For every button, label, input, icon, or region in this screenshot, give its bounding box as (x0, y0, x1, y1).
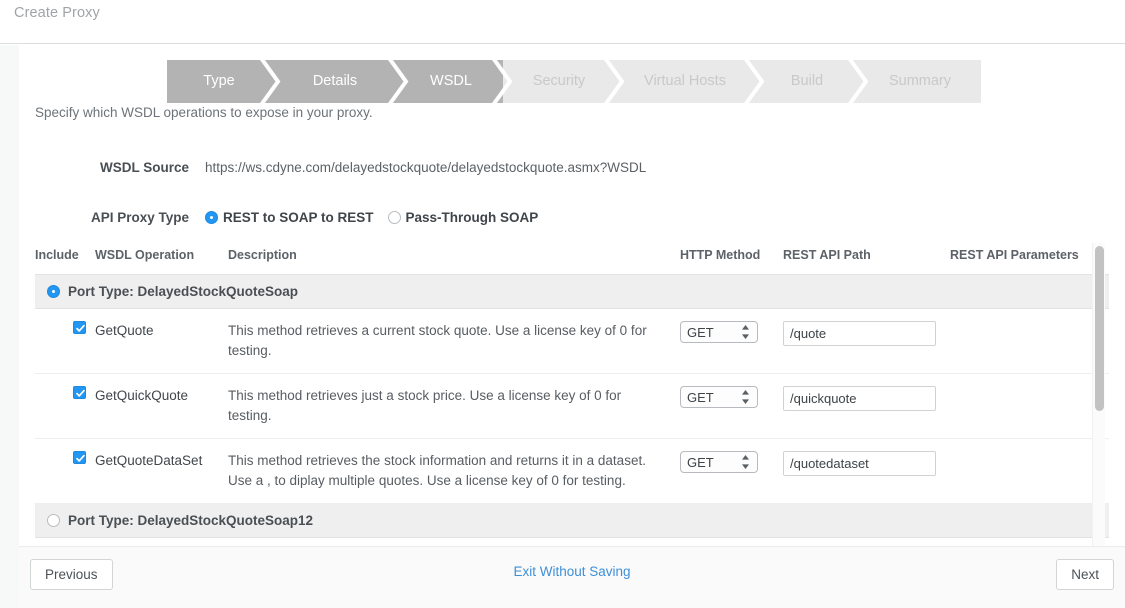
wizard-step-label: Summary (859, 60, 981, 103)
chevron-right-icon (388, 60, 410, 103)
wizard-step-details[interactable]: Details (271, 60, 399, 103)
wizard-step-label: Build (755, 60, 859, 103)
app-header: Create Proxy (0, 0, 1125, 44)
cell-http-method: GETPOSTPUTDELETE (680, 374, 783, 439)
include-checkbox[interactable] (73, 321, 86, 334)
cell-rest-params (950, 439, 1109, 504)
port-type-radio-icon[interactable] (47, 285, 60, 298)
column-header-operation: WSDL Operation (95, 248, 228, 275)
table-row: GetQuoteDataSetThis method retrieves the… (35, 439, 1109, 504)
wizard-step-label: WSDL (399, 60, 503, 103)
operations-table: Include WSDL Operation Description HTTP … (35, 248, 1109, 538)
column-header-include: Include (35, 248, 95, 275)
wizard-step-summary[interactable]: Summary (859, 60, 981, 103)
wsdl-source-row: WSDL Source https://ws.cdyne.com/delayed… (19, 160, 646, 175)
wizard-stepper: TypeDetailsWSDLSecurityVirtual HostsBuil… (167, 60, 981, 103)
chevron-right-icon (848, 60, 870, 103)
main-content: TypeDetailsWSDLSecurityVirtual HostsBuil… (19, 45, 1125, 546)
instruction-text: Specify which WSDL operations to expose … (35, 105, 373, 120)
cell-description: This method retrieves the stock informat… (228, 439, 680, 504)
column-header-http-method: HTTP Method (680, 248, 783, 275)
radio-icon-selected[interactable] (205, 211, 218, 224)
cell-include (35, 439, 95, 504)
operations-table-wrapper: Include WSDL Operation Description HTTP … (35, 248, 1109, 546)
cell-description: This method retrieves just a stock price… (228, 374, 680, 439)
table-scrollbar[interactable] (1092, 243, 1105, 547)
chevron-right-icon (492, 60, 514, 103)
cell-http-method: GETPOSTPUTDELETE (680, 309, 783, 374)
table-header-row: Include WSDL Operation Description HTTP … (35, 248, 1109, 275)
wizard-step-label: Type (167, 60, 271, 103)
api-proxy-type-label: API Proxy Type (19, 210, 205, 225)
wsdl-source-value: https://ws.cdyne.com/delayedstockquote/d… (205, 160, 646, 175)
port-type-radio-icon[interactable] (47, 514, 60, 527)
cell-http-method: GETPOSTPUTDELETE (680, 439, 783, 504)
operation-name: GetQuoteDataSet (95, 451, 228, 471)
radio-option-pass-through-soap[interactable]: Pass-Through SOAP (388, 210, 539, 225)
column-header-rest-path: REST API Path (783, 248, 950, 275)
radio-label-rest-to-soap-to-rest: REST to SOAP to REST (223, 210, 374, 225)
column-header-description: Description (228, 248, 680, 275)
port-type-label: Port Type: DelayedStockQuoteSoap (68, 284, 298, 299)
port-type-row[interactable]: Port Type: DelayedStockQuoteSoap12 (35, 504, 1109, 538)
table-row: GetQuoteThis method retrieves a current … (35, 309, 1109, 374)
wizard-step-label: Details (271, 60, 399, 103)
radio-icon-unselected[interactable] (388, 211, 401, 224)
left-rail (0, 45, 19, 608)
operation-name: GetQuote (95, 321, 228, 341)
cell-include (35, 374, 95, 439)
operation-description: This method retrieves a current stock qu… (228, 321, 680, 361)
http-method-select[interactable]: GETPOSTPUTDELETE (680, 386, 758, 408)
rest-api-path-input[interactable] (783, 451, 936, 476)
wizard-step-build[interactable]: Build (755, 60, 859, 103)
table-row: GetQuickQuoteThis method retrieves just … (35, 374, 1109, 439)
column-header-rest-params: REST API Parameters (950, 248, 1109, 275)
cell-rest-path (783, 374, 950, 439)
cell-rest-path (783, 309, 950, 374)
wizard-step-wsdl[interactable]: WSDL (399, 60, 503, 103)
chevron-right-icon (744, 60, 766, 103)
include-checkbox[interactable] (73, 451, 86, 464)
wsdl-source-label: WSDL Source (19, 160, 205, 175)
cell-rest-params (950, 309, 1109, 374)
rest-api-path-input[interactable] (783, 386, 936, 411)
chevron-right-icon (604, 60, 626, 103)
operation-description: This method retrieves the stock informat… (228, 451, 680, 491)
exit-without-saving-link[interactable]: Exit Without Saving (19, 564, 1125, 579)
wizard-step-virtual-hosts[interactable]: Virtual Hosts (615, 60, 755, 103)
cell-include (35, 309, 95, 374)
radio-option-rest-to-soap-to-rest[interactable]: REST to SOAP to REST (205, 210, 374, 225)
radio-label-pass-through-soap: Pass-Through SOAP (406, 210, 539, 225)
wizard-step-security[interactable]: Security (503, 60, 615, 103)
port-type-row[interactable]: Port Type: DelayedStockQuoteSoap (35, 275, 1109, 309)
cell-rest-path (783, 439, 950, 504)
cell-operation: GetQuickQuote (95, 374, 228, 439)
wizard-step-label: Security (503, 60, 615, 103)
cell-rest-params (950, 374, 1109, 439)
api-proxy-type-radio-group[interactable]: REST to SOAP to REST Pass-Through SOAP (205, 210, 552, 225)
operation-name: GetQuickQuote (95, 386, 228, 406)
wizard-step-type[interactable]: Type (167, 60, 271, 103)
include-checkbox[interactable] (73, 386, 86, 399)
table-scrollbar-thumb[interactable] (1095, 246, 1104, 411)
wizard-step-label: Virtual Hosts (615, 60, 755, 103)
next-button[interactable]: Next (1056, 559, 1114, 590)
http-method-select[interactable]: GETPOSTPUTDELETE (680, 451, 758, 473)
port-type-label: Port Type: DelayedStockQuoteSoap12 (68, 513, 313, 528)
rest-api-path-input[interactable] (783, 321, 936, 346)
page-title: Create Proxy (14, 5, 100, 21)
operation-description: This method retrieves just a stock price… (228, 386, 680, 426)
cell-operation: GetQuoteDataSet (95, 439, 228, 504)
chevron-right-icon (260, 60, 282, 103)
cell-description: This method retrieves a current stock qu… (228, 309, 680, 374)
http-method-select[interactable]: GETPOSTPUTDELETE (680, 321, 758, 343)
wizard-footer: Previous Exit Without Saving Next (19, 546, 1125, 608)
cell-operation: GetQuote (95, 309, 228, 374)
api-proxy-type-row: API Proxy Type REST to SOAP to REST Pass… (19, 210, 552, 225)
